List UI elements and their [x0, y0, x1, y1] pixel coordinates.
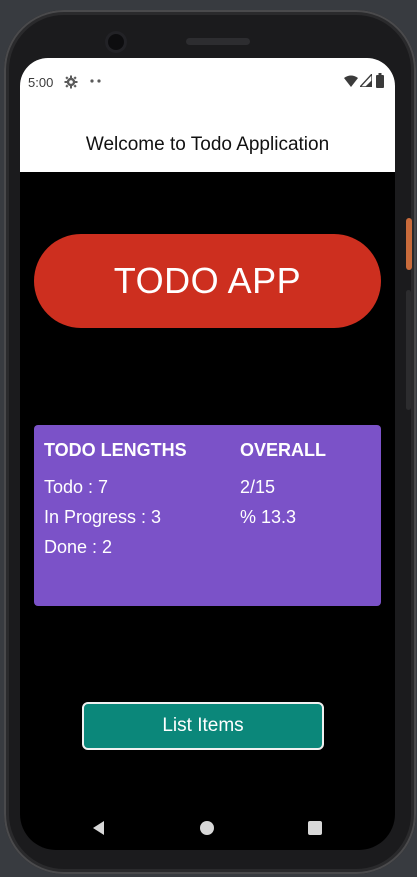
- in-progress-count: In Progress : 3: [44, 507, 162, 527]
- battery-icon: [376, 73, 384, 88]
- overall-header: OVERALL: [240, 440, 327, 460]
- app-title: Welcome to Todo Application: [85, 134, 330, 155]
- status-bar: 5:00: [20, 58, 395, 106]
- todo-lengths-header: TODO LENGTHS: [44, 440, 187, 460]
- done-count: Done : 2: [44, 537, 113, 557]
- home-icon[interactable]: [200, 821, 214, 835]
- recents-icon[interactable]: [308, 821, 322, 835]
- power-button[interactable]: [406, 218, 412, 270]
- todo-count: Todo : 7: [44, 477, 109, 497]
- todo-stats-card: TODO LENGTHS OVERALL Todo : 7 2/15 In Pr…: [34, 425, 381, 606]
- navigation-bar: [20, 798, 395, 850]
- wifi-icon: [344, 75, 358, 87]
- dots-icon: [90, 79, 101, 83]
- earpiece-speaker: [186, 38, 250, 45]
- front-camera: [108, 34, 124, 50]
- overall-percent: % 13.3: [240, 507, 297, 527]
- device-screen: 5:00 Welcome to Todo Application TODO AP…: [20, 58, 395, 850]
- app-bar: Welcome to Todo Application: [20, 106, 395, 172]
- status-time: 5:00: [28, 75, 54, 90]
- back-icon[interactable]: [92, 820, 106, 836]
- volume-button[interactable]: [406, 290, 411, 410]
- todo-app-button[interactable]: TODO APP: [34, 234, 381, 328]
- list-items-button[interactable]: List Items: [82, 702, 324, 750]
- gear-icon: [64, 75, 78, 89]
- overall-fraction: 2/15: [240, 477, 276, 497]
- signal-icon: [360, 74, 372, 87]
